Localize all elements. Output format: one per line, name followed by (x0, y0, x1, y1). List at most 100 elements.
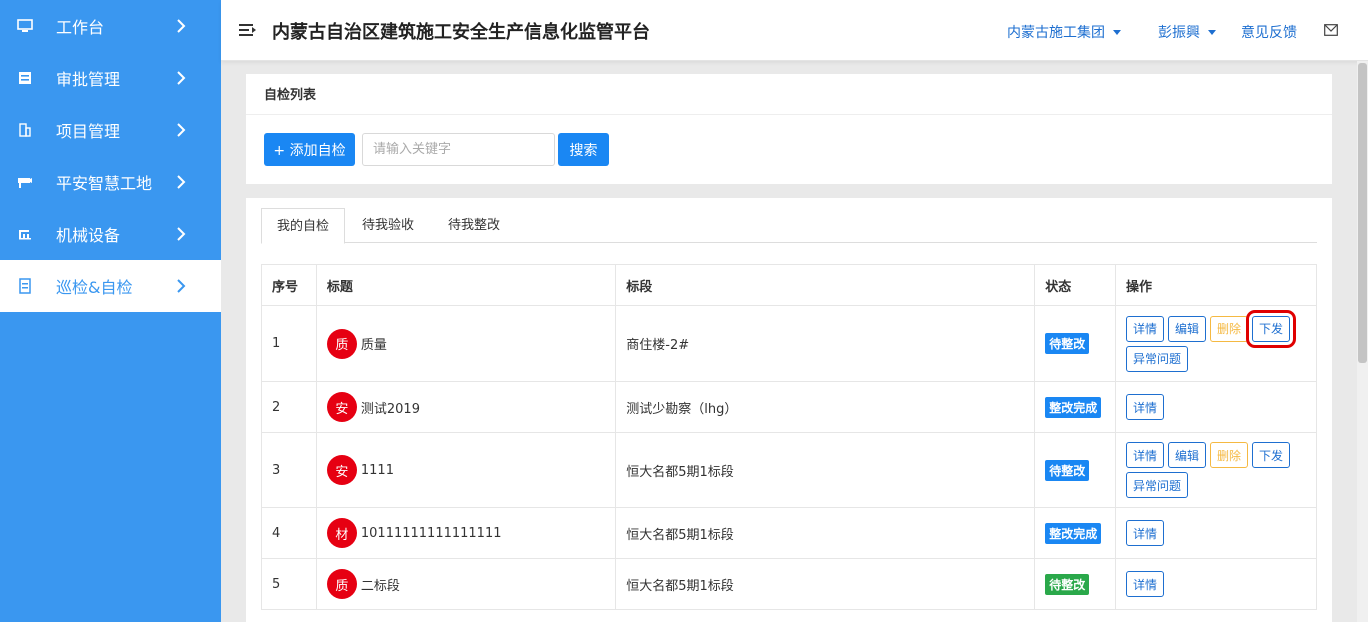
type-badge: 质 (326, 569, 357, 599)
status-badge: 整改完成 (1045, 522, 1102, 544)
search-button[interactable]: 搜索 (558, 133, 609, 166)
table-row: 5 质 二标段 恒大名都5期1标段 待整改 详情 (261, 558, 1318, 610)
top-header: 内蒙古自治区建筑施工安全生产信息化监管平台 内蒙古施工集团 彭振興 意见反馈 (221, 0, 1368, 61)
chevron-right-icon (177, 123, 186, 137)
sidebar-item-label: 巡检&自检 (56, 278, 133, 297)
status-badge: 待整改 (1045, 459, 1090, 481)
status-cell: 整改完成 (1034, 507, 1116, 559)
issue-button[interactable]: 异常问题 (1125, 472, 1188, 498)
row-title: 10111111111111111 (360, 525, 502, 541)
column-header: 标题 (315, 264, 617, 306)
column-header: 状态 (1034, 264, 1116, 306)
row-number: 5 (261, 558, 317, 610)
table-row: 3 安 1111 恒大名都5期1标段 待整改 详情 编辑 删除 下发 异常问题 (261, 432, 1318, 508)
chevron-right-icon (177, 175, 186, 189)
clipboard-icon (16, 277, 34, 295)
self-check-table: 序号 标题 标段 状态 操作 1 质 质量 商住楼-2# 待整改 详情 编辑 删… (261, 264, 1318, 610)
table-row: 1 质 质量 商住楼-2# 待整改 详情 编辑 删除 下发 异常问题 (261, 305, 1318, 382)
mail-icon[interactable] (1324, 24, 1338, 36)
sidebar-item-label: 平安智慧工地 (56, 174, 153, 193)
camera-icon (16, 173, 34, 191)
status-badge: 整改完成 (1045, 396, 1102, 418)
actions-cell: 详情 编辑 删除 下发 异常问题 (1114, 432, 1318, 508)
edit-button[interactable]: 编辑 (1168, 442, 1207, 468)
vertical-scrollbar[interactable] (1357, 61, 1368, 622)
sidebar-item-label: 审批管理 (56, 70, 121, 89)
chevron-right-icon (177, 19, 186, 33)
sidebar-item-inspection[interactable]: 巡检&自检 (0, 260, 221, 312)
monitor-icon (16, 17, 34, 35)
row-section: 恒大名都5期1标段 (615, 432, 1036, 508)
search-input[interactable] (362, 133, 555, 166)
row-title: 1111 (360, 462, 394, 478)
sidebar-item-approval[interactable]: 审批管理 (0, 52, 221, 104)
row-section: 商住楼-2# (615, 305, 1036, 382)
org-dropdown[interactable]: 内蒙古施工集团 (1007, 22, 1121, 42)
sidebar-item-label: 工作台 (56, 18, 105, 37)
row-section: 恒大名都5期1标段 (615, 558, 1036, 610)
edit-button[interactable]: 编辑 (1168, 315, 1207, 342)
app-title: 内蒙古自治区建筑施工安全生产信息化监管平台 (272, 22, 650, 43)
org-label: 内蒙古施工集团 (1007, 25, 1105, 41)
machine-icon (16, 225, 34, 243)
actions-cell: 详情 (1114, 558, 1318, 610)
caret-down-icon (1208, 29, 1216, 35)
sidebar-item-label: 项目管理 (56, 122, 121, 141)
title-cell: 安 1111 (315, 432, 617, 508)
type-badge: 材 (326, 518, 357, 548)
chevron-right-icon (177, 279, 186, 293)
tab-pending-acceptance[interactable]: 待我验收 (347, 208, 429, 243)
row-number: 4 (261, 507, 317, 559)
sidebar-item-workbench[interactable]: 工作台 (0, 0, 221, 52)
building-icon (16, 121, 34, 139)
scrollbar-thumb[interactable] (1358, 63, 1367, 363)
status-badge: 待整改 (1045, 333, 1090, 354)
tab-my-checks[interactable]: 我的自检 (261, 208, 346, 244)
sidebar-item-label: 机械设备 (56, 226, 121, 245)
search-panel: 自检列表 + 添加自检 搜索 (246, 74, 1332, 184)
sidebar-item-machinery[interactable]: 机械设备 (0, 208, 221, 260)
issue-button[interactable]: 异常问题 (1125, 345, 1188, 372)
column-header: 操作 (1114, 264, 1318, 306)
column-header: 序号 (261, 264, 317, 306)
add-self-check-button[interactable]: + 添加自检 (264, 133, 355, 166)
sidebar-item-smart-site[interactable]: 平安智慧工地 (0, 156, 221, 208)
feedback-link[interactable]: 意见反馈 (1241, 22, 1297, 42)
table-header-row: 序号 标题 标段 状态 操作 (261, 264, 1318, 306)
title-cell: 安 测试2019 (315, 381, 617, 433)
user-dropdown[interactable]: 彭振興 (1158, 22, 1216, 42)
detail-button[interactable]: 详情 (1125, 520, 1164, 546)
row-title: 质量 (360, 338, 387, 353)
detail-button[interactable]: 详情 (1125, 315, 1164, 342)
row-title: 二标段 (360, 578, 400, 594)
title-cell: 材 10111111111111111 (315, 507, 617, 559)
detail-button[interactable]: 详情 (1125, 442, 1164, 468)
table-row: 4 材 10111111111111111 恒大名都5期1标段 整改完成 详情 (261, 507, 1318, 559)
title-cell: 质 二标段 (315, 558, 617, 610)
delete-button[interactable]: 删除 (1210, 315, 1249, 342)
row-number: 1 (261, 305, 317, 382)
dispatch-button[interactable]: 下发 (1246, 309, 1297, 348)
row-number: 2 (261, 381, 317, 433)
table-row: 2 安 测试2019 测试少勘察（lhg） 整改完成 详情 (261, 381, 1318, 433)
actions-cell: 详情 编辑 删除 下发 异常问题 (1114, 305, 1318, 382)
actions-cell: 详情 (1114, 507, 1318, 559)
status-badge: 待整改 (1045, 573, 1090, 595)
dispatch-button[interactable]: 下发 (1252, 442, 1291, 468)
row-section: 恒大名都5期1标段 (615, 507, 1036, 559)
detail-button[interactable]: 详情 (1125, 394, 1164, 420)
delete-button[interactable]: 删除 (1210, 442, 1249, 468)
tab-pending-rectification[interactable]: 待我整改 (433, 208, 515, 243)
menu-toggle-icon[interactable] (239, 22, 257, 38)
detail-button[interactable]: 详情 (1125, 571, 1164, 597)
status-cell: 整改完成 (1034, 381, 1116, 433)
actions-cell: 详情 (1114, 381, 1318, 433)
row-title: 测试2019 (360, 401, 420, 417)
type-badge: 安 (326, 455, 357, 485)
type-badge: 质 (326, 328, 357, 359)
chevron-right-icon (177, 227, 186, 241)
tab-bar: 我的自检 待我验收 待我整改 (261, 208, 1317, 244)
sidebar-item-projects[interactable]: 项目管理 (0, 104, 221, 156)
chevron-right-icon (177, 71, 186, 85)
panel-title: 自检列表 (246, 74, 1332, 115)
